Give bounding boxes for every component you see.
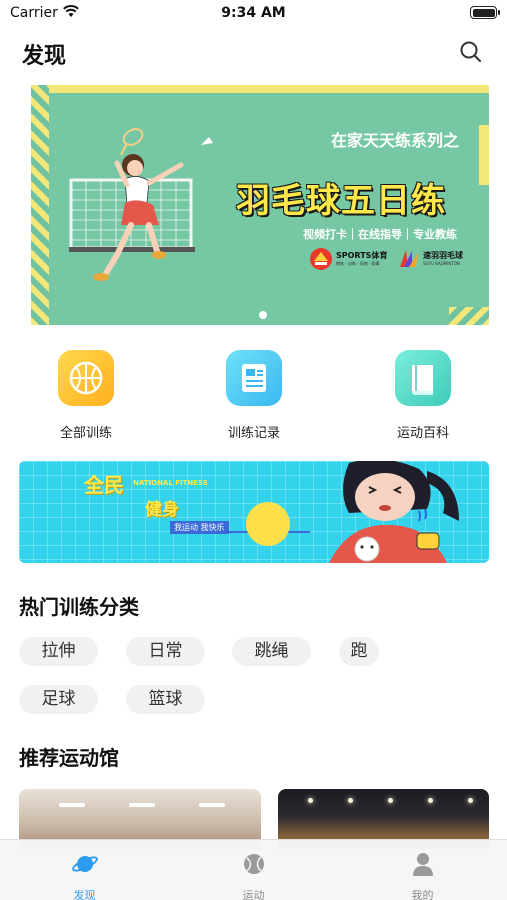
suyu-logo-sub: SUYU BADMINTON xyxy=(423,261,460,266)
banner-tagline: 视频打卡｜在线指导｜专业教练 xyxy=(303,228,457,241)
hot-categories-title: 热门训练分类 xyxy=(19,595,139,619)
tab-sports[interactable]: 运动 xyxy=(169,840,338,900)
battery-icon xyxy=(470,6,500,19)
entry-sports-wiki-label: 运动百科 xyxy=(396,426,449,441)
promo-banner[interactable]: 全民 NATIONAL FITNESS 健身 我运动 我快乐 xyxy=(19,461,489,563)
entry-all-training[interactable]: 全部训练 xyxy=(26,350,146,441)
tab-sports-label: 运动 xyxy=(242,889,265,900)
page-title: 发现 xyxy=(22,44,67,69)
category-chip[interactable]: 跳绳 xyxy=(232,637,311,666)
record-icon xyxy=(226,350,282,406)
tab-mine-label: 我的 xyxy=(411,889,434,900)
tab-bar: 发现 运动 我的 xyxy=(0,839,507,900)
promo-title-en: NATIONAL FITNESS xyxy=(133,479,208,487)
book-icon xyxy=(395,350,451,406)
tab-discover-label: 发现 xyxy=(73,889,96,900)
category-chip[interactable]: 跑 xyxy=(339,637,379,666)
hero-banner[interactable]: 在家天天练系列之 羽毛球五日练 视频打卡｜在线指导｜专业教练 SPORTS体育 … xyxy=(31,85,489,325)
planet-icon xyxy=(71,856,98,872)
tab-mine[interactable]: 我的 xyxy=(338,840,507,900)
sun-decoration xyxy=(246,502,290,546)
sports-logo-sub: 教练 · 训练 · 场地 · 赛事 xyxy=(336,261,380,266)
entry-all-training-label: 全部训练 xyxy=(59,426,112,441)
banner-series: 在家天天练系列之 xyxy=(331,131,460,150)
ball-icon xyxy=(243,854,264,874)
category-chip[interactable]: 篮球 xyxy=(126,685,205,714)
suyu-logo: 速羽羽毛球 SUYU BADMINTON xyxy=(396,247,476,271)
entry-sports-wiki[interactable]: 运动百科 xyxy=(363,350,483,441)
promo-subtitle: 健身 xyxy=(145,500,179,520)
banner-headline: 羽毛球五日练 xyxy=(236,181,446,221)
entry-training-record-label: 训练记录 xyxy=(227,426,280,441)
search-icon[interactable] xyxy=(459,40,483,64)
sports-logo: SPORTS体育 教练 · 训练 · 场地 · 赛事 xyxy=(309,247,387,271)
category-chip[interactable]: 足球 xyxy=(19,685,98,714)
sports-logo-name: SPORTS体育 xyxy=(336,251,388,260)
sports-logo-icon xyxy=(310,248,332,270)
suyu-logo-name: 速羽羽毛球 xyxy=(423,251,463,260)
tab-discover[interactable]: 发现 xyxy=(0,840,169,900)
clock: 9:34 AM xyxy=(221,5,286,21)
basketball-icon xyxy=(58,350,114,406)
status-bar: Carrier 9:34 AM xyxy=(0,0,507,30)
entry-training-record[interactable]: 训练记录 xyxy=(194,350,314,441)
category-chip[interactable]: 拉伸 xyxy=(19,637,98,666)
category-chip[interactable]: 日常 xyxy=(126,637,205,666)
banner-page-indicator xyxy=(259,311,267,319)
badminton-player-illustration xyxy=(69,128,213,281)
girl-illustration xyxy=(329,461,459,563)
venues-title: 推荐运动馆 xyxy=(19,746,119,770)
promo-title: 全民 xyxy=(84,473,124,497)
suyu-logo-icon xyxy=(400,250,418,267)
person-icon xyxy=(412,853,433,876)
promo-slogan: 我运动 我快乐 xyxy=(170,521,229,534)
